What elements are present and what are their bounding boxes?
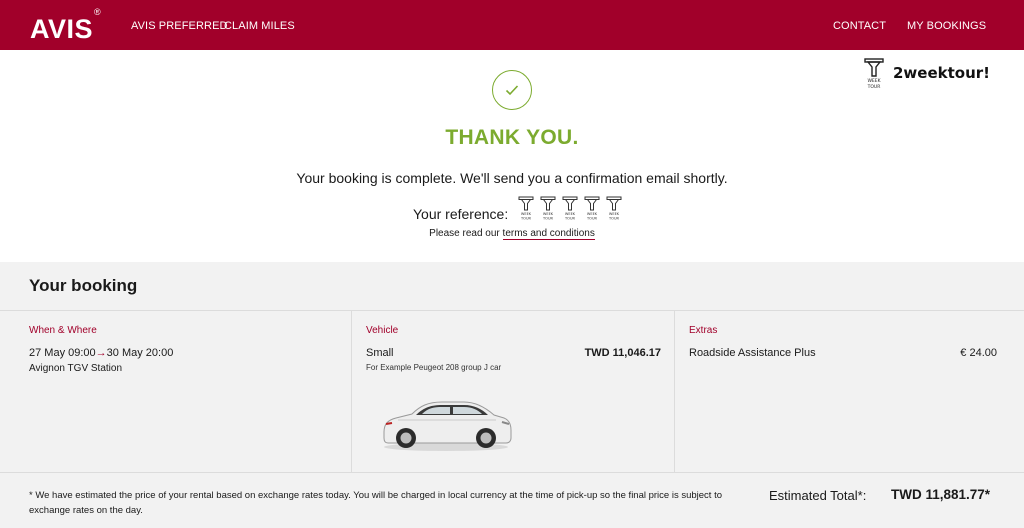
success-check-badge bbox=[492, 70, 532, 110]
svg-text:WEEK: WEEK bbox=[587, 212, 598, 216]
svg-text:TOUR: TOUR bbox=[608, 217, 619, 221]
terms-notice: Please read our terms and conditions bbox=[0, 228, 1024, 240]
rental-dates: 27 May 09:00→30 May 20:00 bbox=[29, 347, 173, 359]
thank-you-heading: THANK YOU. bbox=[445, 126, 579, 149]
your-booking-heading: Your booking bbox=[29, 276, 138, 295]
extra-item-price: € 24.00 bbox=[960, 347, 997, 359]
exchange-rate-footnote: * We have estimated the price of your re… bbox=[29, 490, 723, 516]
svg-text:WEEK: WEEK bbox=[521, 212, 532, 216]
reference-label: Your reference: bbox=[413, 206, 509, 222]
divider bbox=[0, 310, 1024, 311]
terms-and-conditions-link[interactable]: terms and conditions bbox=[502, 228, 595, 240]
svg-text:WEEK: WEEK bbox=[609, 212, 620, 216]
weektour-watermark-logo: WEEK TOUR bbox=[864, 58, 884, 90]
pickup-location: Avignon TGV Station bbox=[29, 363, 123, 374]
avis-logo[interactable]: AVIS® bbox=[30, 7, 102, 44]
terms-prefix: Please read our bbox=[429, 228, 503, 239]
car-image bbox=[383, 401, 512, 451]
column-divider bbox=[674, 310, 675, 472]
svg-text:TOUR: TOUR bbox=[586, 217, 597, 221]
dropoff-datetime: 30 May 20:00 bbox=[106, 347, 174, 359]
svg-text:WEEK: WEEK bbox=[565, 212, 576, 216]
reference-number-obscured: WEEKTOUR WEEKTOUR WEEKTOUR WEEKTOUR WEEK… bbox=[518, 196, 622, 221]
nav-claim-miles[interactable]: CLAIM MILES bbox=[224, 19, 295, 33]
nav-avis-preferred[interactable]: AVIS PREFERRED bbox=[131, 19, 228, 33]
vehicle-heading: Vehicle bbox=[366, 325, 399, 336]
svg-text:TOUR: TOUR bbox=[564, 217, 575, 221]
watermark-text: 2weektour! bbox=[893, 64, 991, 82]
top-navigation-bar: AVIS® AVIS PREFERRED CLAIM MILES CONTACT… bbox=[0, 0, 1024, 50]
estimated-total-label: Estimated Total*: bbox=[769, 488, 867, 503]
watermark-logo-text-tour: TOUR bbox=[867, 84, 881, 90]
column-divider bbox=[351, 310, 352, 472]
watermark-logo-text-week: WEEK bbox=[867, 78, 881, 84]
vehicle-example: For Example Peugeot 208 group J car bbox=[366, 363, 502, 372]
vehicle-price: TWD 11,046.17 bbox=[584, 347, 661, 359]
arrow-right-icon: → bbox=[95, 347, 107, 359]
check-icon bbox=[505, 85, 519, 96]
when-where-heading: When & Where bbox=[29, 325, 97, 336]
vehicle-class: Small bbox=[366, 347, 394, 359]
estimated-total-value: TWD 11,881.77* bbox=[891, 487, 991, 502]
svg-text:TOUR: TOUR bbox=[520, 217, 531, 221]
nav-my-bookings[interactable]: MY BOOKINGS bbox=[907, 19, 986, 33]
svg-text:TOUR: TOUR bbox=[542, 217, 553, 221]
divider bbox=[0, 472, 1024, 473]
registered-mark: ® bbox=[94, 7, 102, 17]
svg-text:WEEK: WEEK bbox=[543, 212, 554, 216]
extras-heading: Extras bbox=[689, 325, 718, 336]
pickup-datetime: 27 May 09:00 bbox=[29, 347, 96, 359]
nav-contact[interactable]: CONTACT bbox=[833, 19, 886, 33]
extra-item-name: Roadside Assistance Plus bbox=[689, 347, 816, 359]
booking-complete-message: Your booking is complete. We'll send you… bbox=[296, 170, 728, 186]
